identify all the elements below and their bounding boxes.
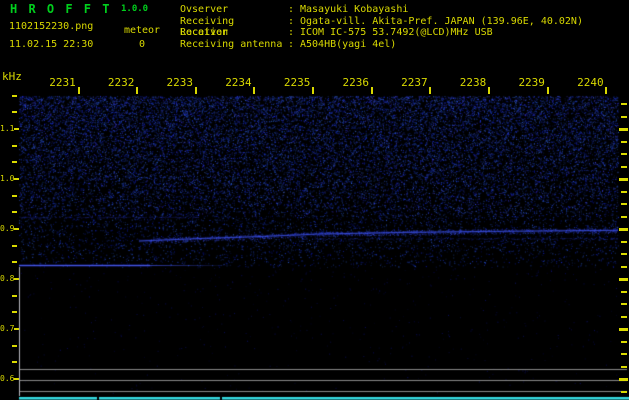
y-minor-tick-right xyxy=(621,166,627,168)
y-minor-tick-right xyxy=(621,316,627,318)
x-minute-tick xyxy=(136,87,139,94)
y-minor-tick xyxy=(12,261,17,263)
y-major-tick xyxy=(14,278,19,280)
y-minor-tick-right xyxy=(621,341,627,343)
y-minor-tick xyxy=(12,361,17,363)
y-minor-tick xyxy=(12,195,17,197)
y-major-tick-right xyxy=(619,278,628,281)
info-separator: : xyxy=(288,27,295,38)
info-value: ICOM IC-575 53.7492(@LCD)MHz USB xyxy=(300,27,493,38)
info-label: Receiving antenna xyxy=(180,38,283,50)
y-tick-label: 0.7 xyxy=(0,324,15,333)
x-minute-tick xyxy=(429,87,432,94)
info-separator: : xyxy=(288,38,295,50)
station-info-row: Receiver: ICOM IC-575 53.7492(@LCD)MHz US… xyxy=(180,27,493,38)
x-tick-label: 2239 xyxy=(518,76,545,89)
y-minor-tick-right xyxy=(621,241,627,243)
y-major-tick-right xyxy=(619,228,628,231)
x-minute-tick xyxy=(605,87,608,94)
y-axis-unit-label: kHz xyxy=(2,70,22,83)
station-info-row: Receiving antenna: A504HB(yagi 4el) xyxy=(180,39,396,50)
y-minor-tick xyxy=(12,245,17,247)
y-minor-tick-right xyxy=(621,191,627,193)
app-title: H R O F F T xyxy=(10,2,112,16)
y-minor-tick-right xyxy=(621,116,627,118)
x-minute-tick xyxy=(488,87,491,94)
y-minor-tick-right xyxy=(621,203,627,205)
x-tick-label: 2233 xyxy=(166,76,194,89)
y-major-tick-right xyxy=(619,328,628,331)
y-tick-label: 1.0 xyxy=(0,174,15,183)
y-major-tick-right xyxy=(619,128,628,131)
y-minor-tick xyxy=(12,95,17,97)
info-separator: : xyxy=(288,4,295,15)
x-tick-label: 2232 xyxy=(107,76,135,89)
x-tick-label: 2235 xyxy=(283,76,311,89)
y-major-tick-right xyxy=(619,178,628,181)
y-minor-tick xyxy=(12,345,17,347)
x-minute-tick xyxy=(546,87,549,94)
x-tick-label: 2236 xyxy=(342,76,370,89)
mode-label: meteor xyxy=(123,25,161,36)
y-minor-tick-right xyxy=(621,253,627,255)
y-minor-tick xyxy=(12,145,17,147)
y-minor-tick-right xyxy=(621,366,627,368)
x-tick-label: 2238 xyxy=(459,76,487,89)
y-tick-label: 0.6 xyxy=(0,374,15,383)
timestamp: 11.02.15 22:30 xyxy=(9,39,94,50)
y-minor-tick-right xyxy=(621,216,627,218)
y-minor-tick-right xyxy=(621,291,627,293)
info-label: Receiver xyxy=(180,27,229,38)
spectrogram-canvas xyxy=(0,0,629,400)
y-minor-tick xyxy=(12,295,17,297)
y-tick-label: 0.8 xyxy=(0,274,15,283)
app-version: 1.0.0 xyxy=(121,4,149,14)
y-minor-tick-right xyxy=(621,303,627,305)
y-minor-tick-right xyxy=(621,266,627,268)
info-label: Ovserver xyxy=(180,4,229,15)
x-minute-tick xyxy=(312,87,315,94)
y-minor-tick xyxy=(12,311,17,313)
y-minor-tick xyxy=(12,211,17,213)
x-minute-tick xyxy=(253,87,256,94)
y-minor-tick-right xyxy=(621,391,627,393)
hrofft-output-image: H R O F F T 1.0.0 1102152230.png meteor … xyxy=(0,0,629,400)
y-major-tick xyxy=(14,378,19,380)
y-minor-tick xyxy=(12,111,17,113)
y-major-tick xyxy=(14,328,19,330)
y-major-tick xyxy=(14,228,19,230)
x-tick-label: 2240 xyxy=(577,76,604,89)
x-minute-tick xyxy=(194,87,197,94)
y-minor-tick-right xyxy=(621,103,627,105)
y-major-tick xyxy=(14,128,19,130)
y-tick-label: 1.1 xyxy=(0,124,15,133)
y-tick-label: 0.9 xyxy=(0,224,15,233)
y-minor-tick-right xyxy=(621,353,627,355)
x-minute-tick xyxy=(370,87,373,94)
info-value: A504HB(yagi 4el) xyxy=(300,38,397,50)
x-tick-label: 2237 xyxy=(401,76,428,89)
y-minor-tick-right xyxy=(621,153,627,155)
y-major-tick-right xyxy=(619,378,628,381)
y-major-tick xyxy=(14,178,19,180)
output-filename: 1102152230.png xyxy=(9,21,94,32)
info-value: Masayuki Kobayashi xyxy=(300,4,409,15)
station-info-row: Ovserver: Masayuki Kobayashi xyxy=(180,4,408,15)
x-minute-tick xyxy=(77,87,80,94)
x-tick-label: 2234 xyxy=(225,76,252,89)
y-minor-tick-right xyxy=(621,141,627,143)
y-minor-tick xyxy=(12,161,17,163)
meteor-count: 0 xyxy=(138,39,146,50)
x-tick-label: 2231 xyxy=(49,76,76,89)
